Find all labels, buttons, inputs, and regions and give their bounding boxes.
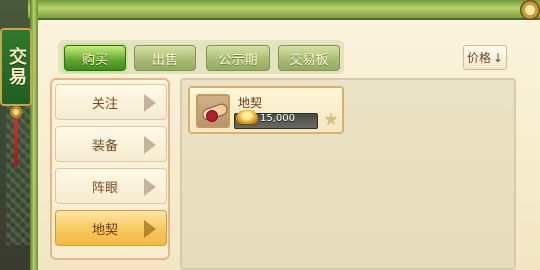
tab-trade-board-label: 交易板 (289, 52, 329, 68)
chevron-right-icon (144, 94, 156, 112)
tab-trade-board[interactable]: 交易板 (278, 45, 340, 71)
tab-sell-label: 出售 (151, 52, 178, 68)
window-title: 交易 (6, 47, 27, 87)
tassel-knot-icon (10, 106, 22, 118)
scroll-icon (196, 94, 230, 128)
category-label: 关注 (91, 96, 118, 112)
chevron-right-icon (144, 220, 156, 238)
frame-knob-icon (520, 0, 540, 20)
arrow-down-icon: ↓ (492, 50, 504, 65)
list-item[interactable]: 地契 15,000 ★ (188, 86, 344, 134)
tab-sell[interactable]: 出售 (134, 45, 196, 71)
window-title-tag: 交易 (0, 28, 32, 106)
category-item-equipment[interactable]: 装备 (55, 126, 167, 162)
tab-public-period[interactable]: 公示期 (206, 45, 270, 71)
category-label: 装备 (91, 138, 118, 154)
price-sort-label: 价格 (466, 51, 491, 65)
item-price: 15,000 (260, 113, 295, 124)
chevron-right-icon (144, 178, 156, 196)
ribbon-icon (207, 111, 217, 121)
tab-public-period-label: 公示期 (218, 52, 258, 68)
gold-ingot-icon (236, 110, 258, 124)
star-icon[interactable]: ★ (322, 110, 340, 128)
category-item-watchlist[interactable]: 关注 (55, 84, 167, 120)
tab-buy[interactable]: 购买 (64, 45, 126, 71)
category-item-land-deed[interactable]: 地契 (55, 210, 167, 246)
top-frame (28, 0, 540, 20)
category-label: 阵眼 (91, 180, 118, 196)
category-label: 地契 (91, 222, 118, 238)
price-sort-button[interactable]: 价格 ↓ (463, 45, 507, 70)
tab-buy-label: 购买 (81, 52, 108, 68)
chevron-right-icon (144, 136, 156, 154)
category-item-formation-eye[interactable]: 阵眼 (55, 168, 167, 204)
item-name: 地契 (238, 96, 263, 110)
